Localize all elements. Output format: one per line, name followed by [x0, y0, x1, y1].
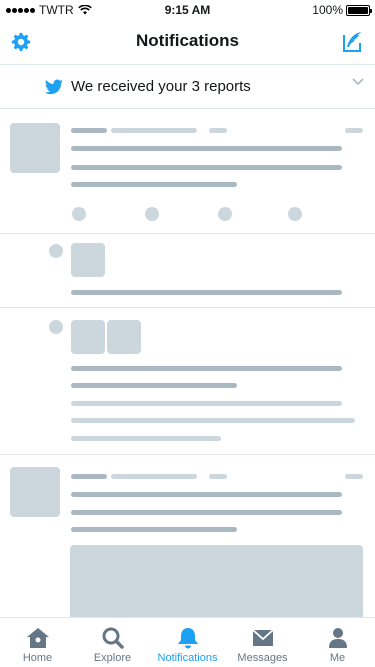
skeleton-line	[111, 474, 197, 479]
skeleton-line	[345, 474, 363, 479]
tab-explore[interactable]: Explore	[75, 618, 150, 667]
skeleton-line	[71, 182, 237, 187]
skeleton-line	[71, 436, 221, 441]
skeleton-line	[71, 290, 342, 295]
tab-bar: Home Explore Notifications Messages Me	[0, 617, 375, 667]
banner-text: We received your 3 reports	[71, 78, 251, 95]
skeleton-line	[71, 492, 342, 497]
tab-messages[interactable]: Messages	[225, 618, 300, 667]
status-right: 100%	[312, 3, 372, 17]
skeleton-line	[71, 474, 107, 479]
skeleton-line	[111, 128, 197, 133]
skeleton-action	[145, 207, 159, 221]
battery-icon	[346, 4, 372, 16]
tab-home[interactable]: Home	[0, 618, 75, 667]
battery-percent: 100%	[312, 3, 343, 17]
skeleton-line	[209, 474, 227, 479]
tab-label: Notifications	[157, 652, 218, 664]
skeleton-line	[71, 510, 342, 515]
skeleton-line	[71, 146, 342, 151]
home-icon	[26, 628, 49, 648]
skeleton-line	[71, 128, 107, 133]
tab-label: Home	[22, 652, 53, 664]
skeleton-line	[71, 527, 237, 532]
skeleton-line	[71, 165, 342, 170]
skeleton-avatar	[10, 123, 60, 173]
envelope-icon	[251, 629, 274, 646]
skeleton-line	[71, 401, 342, 406]
skeleton-line	[345, 128, 363, 133]
divider	[0, 454, 375, 455]
skeleton-media	[70, 545, 363, 620]
skeleton-line	[71, 418, 355, 423]
battery-fill	[348, 6, 368, 14]
bell-icon	[177, 628, 198, 649]
skeleton-action	[218, 207, 232, 221]
skeleton-line	[71, 383, 237, 388]
compose-icon[interactable]	[341, 30, 365, 54]
skeleton-action	[72, 207, 86, 221]
tab-label: Explore	[93, 652, 132, 664]
skeleton-line	[209, 128, 227, 133]
skeleton-avatar	[71, 320, 105, 354]
divider	[0, 307, 375, 308]
twitter-bird-icon	[45, 79, 63, 95]
divider	[0, 233, 375, 234]
skeleton-avatar	[71, 243, 105, 277]
skeleton-icon	[49, 320, 63, 334]
tab-label: Messages	[237, 652, 288, 664]
chevron-down-icon[interactable]	[351, 76, 365, 88]
nav-bar: Notifications	[0, 20, 375, 65]
tab-me[interactable]: Me	[300, 618, 375, 667]
search-icon	[102, 627, 124, 649]
skeleton-action	[288, 207, 302, 221]
tab-notifications[interactable]: Notifications	[150, 618, 225, 667]
tab-label: Me	[329, 652, 346, 664]
skeleton-icon	[49, 244, 63, 258]
page-title: Notifications	[136, 31, 239, 50]
skeleton-avatar	[10, 467, 60, 517]
status-bar: TWTR 9:15 AM 100%	[0, 0, 375, 20]
skeleton-line	[71, 366, 342, 371]
person-icon	[328, 628, 347, 648]
skeleton-avatar	[107, 320, 141, 354]
report-banner[interactable]: We received your 3 reports	[0, 66, 375, 109]
